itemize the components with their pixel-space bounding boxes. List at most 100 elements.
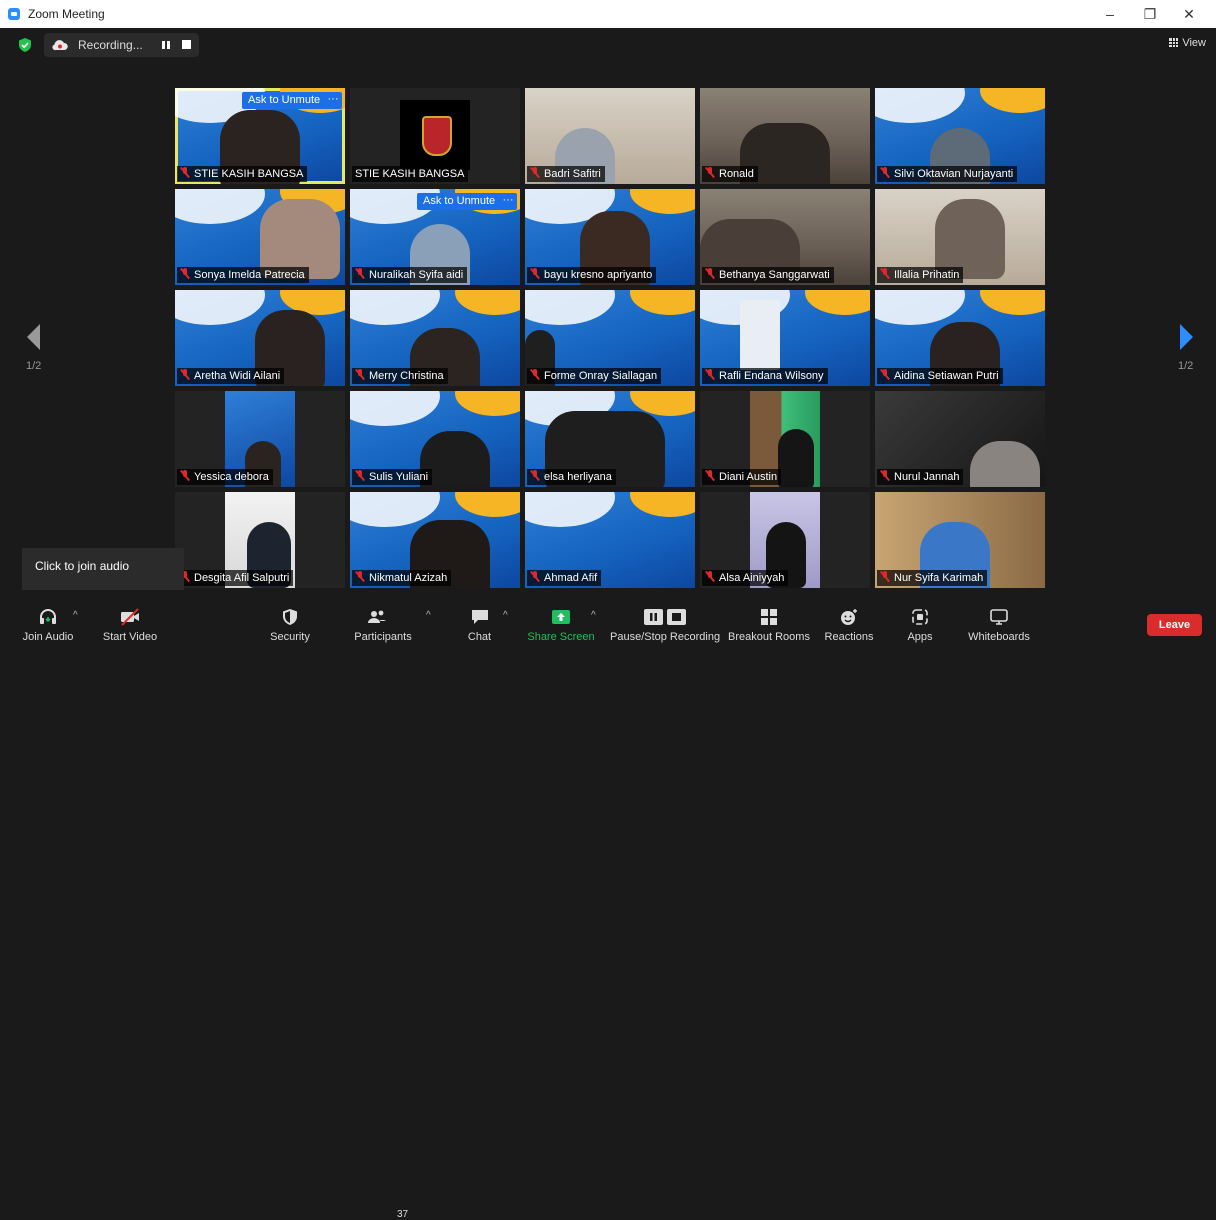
video-tile[interactable]: Diani Austin: [700, 391, 870, 487]
video-tile[interactable]: Badri Safitri: [525, 88, 695, 184]
video-tile[interactable]: Nurul Jannah: [875, 391, 1045, 487]
share-options-caret-icon[interactable]: ^: [591, 610, 596, 621]
video-tile[interactable]: Illalia Prihatin: [875, 189, 1045, 285]
start-video-button[interactable]: Start Video: [96, 600, 164, 646]
video-tile[interactable]: Alsa Ainiyyah: [700, 492, 870, 588]
chat-button[interactable]: Chat: [452, 600, 507, 646]
headphones-icon: [40, 609, 56, 624]
video-tile[interactable]: Silvi Oktavian Nurjayanti: [875, 88, 1045, 184]
participant-name-tag: Badri Safitri: [527, 166, 605, 182]
meeting-topbar: Recording... View: [0, 28, 1216, 62]
mic-muted-icon: [880, 571, 890, 582]
view-button[interactable]: View: [1169, 37, 1206, 49]
participant-name: Rafli Endana Wilsony: [719, 370, 824, 382]
apps-label: Apps: [907, 631, 933, 643]
join-audio-button[interactable]: Join Audio: [14, 600, 82, 646]
video-tile[interactable]: Sulis Yuliani: [350, 391, 520, 487]
video-tile[interactable]: Merry Christina: [350, 290, 520, 386]
video-tile[interactable]: Ask to Unmute ··· STIE KASIH BANGSA: [175, 88, 345, 184]
cloud-recording-icon: [52, 40, 68, 51]
breakout-rooms-button[interactable]: Breakout Rooms: [726, 600, 812, 646]
video-tile[interactable]: Rafli Endana Wilsony: [700, 290, 870, 386]
security-button[interactable]: Security: [260, 600, 320, 646]
minimize-button[interactable]: –: [1095, 4, 1125, 24]
participant-name-tag: Aidina Setiawan Putri: [877, 368, 1003, 384]
share-screen-icon: [552, 610, 570, 624]
mic-muted-icon: [705, 167, 715, 178]
meeting-toolbar: Join Audio ^ Start Video Security Partic…: [0, 600, 1216, 1220]
video-tile[interactable]: Nur Syifa Karimah: [875, 492, 1045, 588]
video-tile[interactable]: STIE KASIH BANGSA: [350, 88, 520, 184]
zoom-app-icon: [8, 8, 20, 20]
video-tile[interactable]: bayu kresno apriyanto: [525, 189, 695, 285]
participant-name-tag: Ronald: [702, 166, 758, 182]
reactions-button[interactable]: Reactions: [820, 600, 878, 646]
chat-bubble-icon: [471, 610, 488, 624]
participant-face: [778, 429, 814, 487]
pause-recording-icon[interactable]: [160, 39, 172, 51]
participant-name: Yessica debora: [194, 471, 269, 483]
stop-recording-icon[interactable]: [182, 40, 191, 49]
video-tile[interactable]: Ahmad Afif: [525, 492, 695, 588]
share-screen-label: Share Screen: [527, 631, 595, 643]
whiteboards-button[interactable]: Whiteboards: [963, 600, 1035, 646]
audio-options-caret-icon[interactable]: ^: [73, 610, 78, 621]
next-page-arrow-icon[interactable]: [1178, 322, 1196, 352]
video-tile[interactable]: Sonya Imelda Patrecia: [175, 189, 345, 285]
participant-name: Forme Onray Siallagan: [544, 370, 658, 382]
pause-stop-recording-button[interactable]: Pause/Stop Recording: [610, 600, 720, 646]
participant-name-tag: STIE KASIH BANGSA: [177, 166, 308, 182]
participant-name: Aidina Setiawan Putri: [894, 370, 999, 382]
mic-muted-icon: [705, 268, 715, 279]
apps-button[interactable]: Apps: [895, 600, 945, 646]
participants-options-caret-icon[interactable]: ^: [426, 610, 431, 621]
ask-to-unmute-button[interactable]: Ask to Unmute: [242, 92, 327, 109]
more-options-button[interactable]: ···: [499, 193, 517, 210]
participant-name: Nikmatul Azizah: [369, 572, 448, 584]
participant-name-tag: Bethanya Sanggarwati: [702, 267, 834, 283]
video-tile[interactable]: Aidina Setiawan Putri: [875, 290, 1045, 386]
breakout-rooms-icon: [761, 609, 777, 625]
whiteboard-icon: [990, 609, 1008, 625]
participant-name: Badri Safitri: [544, 168, 601, 180]
video-tile[interactable]: Forme Onray Siallagan: [525, 290, 695, 386]
more-options-button[interactable]: ···: [324, 92, 342, 109]
encryption-shield-icon[interactable]: [18, 38, 32, 52]
video-tile[interactable]: Desgita Afil Salputri: [175, 492, 345, 588]
video-tile[interactable]: Ronald: [700, 88, 870, 184]
join-audio-tooltip: Click to join audio: [22, 548, 184, 590]
recording-indicator: Recording...: [44, 33, 199, 57]
previous-page-arrow-icon[interactable]: [24, 322, 42, 352]
maximize-button[interactable]: ❐: [1135, 4, 1165, 24]
participant-name: Silvi Oktavian Nurjayanti: [894, 168, 1014, 180]
mic-muted-icon: [355, 571, 365, 582]
video-tile[interactable]: Bethanya Sanggarwati: [700, 189, 870, 285]
participant-name-tag: Forme Onray Siallagan: [527, 368, 662, 384]
grid-view-icon: [1169, 38, 1179, 47]
recording-label: Recording...: [78, 38, 143, 52]
video-tile[interactable]: Aretha Widi Ailani: [175, 290, 345, 386]
apps-icon: [912, 609, 928, 625]
crest-icon: [422, 116, 452, 156]
participant-name-tag: Ahmad Afif: [527, 570, 602, 586]
leave-button[interactable]: Leave: [1147, 614, 1202, 636]
pause-stop-recording-icon: [644, 609, 686, 625]
video-tile[interactable]: elsa herliyana: [525, 391, 695, 487]
ask-to-unmute-button[interactable]: Ask to Unmute: [417, 193, 502, 210]
video-tile[interactable]: Yessica debora: [175, 391, 345, 487]
video-tile[interactable]: Ask to Unmute ··· Nuralikah Syifa aidi: [350, 189, 520, 285]
view-label: View: [1182, 37, 1206, 49]
close-button[interactable]: ✕: [1174, 4, 1204, 24]
participants-button[interactable]: Participants: [348, 600, 418, 646]
video-off-icon: [121, 608, 139, 626]
video-tile[interactable]: Nikmatul Azizah: [350, 492, 520, 588]
participant-name-tag: Sulis Yuliani: [352, 469, 433, 485]
participant-name: STIE KASIH BANGSA: [355, 168, 465, 180]
participant-video: [740, 300, 780, 370]
mic-muted-icon: [705, 369, 715, 380]
recording-controls-label: Pause/Stop Recording: [610, 631, 721, 643]
mic-muted-icon: [530, 268, 540, 279]
reactions-label: Reactions: [824, 631, 874, 643]
share-screen-button[interactable]: Share Screen: [526, 600, 596, 646]
chat-options-caret-icon[interactable]: ^: [503, 610, 508, 621]
